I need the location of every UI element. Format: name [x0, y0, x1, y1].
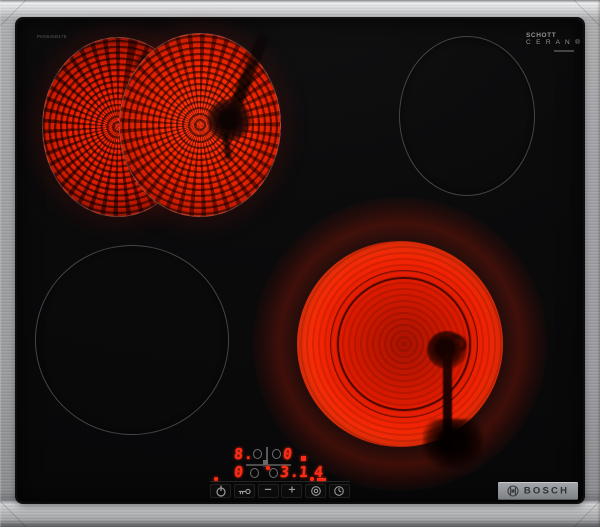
decrease-button[interactable]: −	[257, 484, 279, 498]
bosch-armature-icon	[507, 485, 519, 497]
child-lock-button[interactable]	[233, 484, 255, 498]
bosch-logo-text: BOSCH	[523, 485, 570, 496]
ceran-line: C E R A N ®	[526, 39, 582, 46]
schott-line: SCHOTT	[526, 32, 557, 39]
increase-button[interactable]: +	[281, 484, 303, 498]
fine-print-mark	[554, 50, 574, 52]
zone-front-right-radiant	[253, 197, 547, 491]
power-icon	[215, 485, 226, 497]
schott-ceran-print: SCHOTT C E R A N ®	[526, 32, 582, 52]
clock-icon	[334, 486, 345, 496]
zone-back-right-outline	[399, 36, 535, 196]
back-right-level-display: 0	[282, 445, 294, 463]
minus-icon: −	[263, 484, 273, 496]
element-base-shadow	[423, 419, 483, 469]
zone-back-left-dual	[42, 32, 288, 225]
zone-indicator-circle	[269, 468, 278, 478]
zone-indicator-circle	[272, 449, 281, 459]
touch-control-row: − +	[210, 481, 350, 498]
timer-indicator-dot	[310, 477, 314, 481]
front-left-level-display: 0	[233, 463, 245, 481]
display-divider-bar	[266, 447, 268, 460]
zone-indicator-circle	[253, 449, 262, 459]
plus-icon: +	[287, 484, 297, 496]
back-left-level-display: 8.	[233, 445, 255, 463]
dual-zone-inner-coil	[119, 32, 281, 217]
timer-button[interactable]	[328, 484, 350, 498]
key-icon	[238, 488, 251, 494]
ceramic-glass-surface: PKN645B17E SCHOTT C E R A N ® 8. 0 0 3. …	[17, 19, 583, 502]
dual-zone-icon	[310, 486, 321, 496]
power-button[interactable]	[210, 484, 231, 498]
heat-indicator-square	[301, 456, 306, 461]
zone-front-left-outline	[35, 245, 229, 435]
bosch-badge: BOSCH	[498, 482, 578, 500]
zone-select-button[interactable]	[305, 484, 327, 498]
cooktop-photo: PKN645B17E SCHOTT C E R A N ® 8. 0 0 3. …	[0, 0, 600, 527]
frame-miter-seam	[574, 501, 600, 527]
coil-center-hub	[207, 99, 251, 141]
zone-indicator-circle	[250, 468, 259, 478]
power-indicator-dot	[214, 477, 218, 481]
frame-miter-seam	[0, 501, 26, 527]
